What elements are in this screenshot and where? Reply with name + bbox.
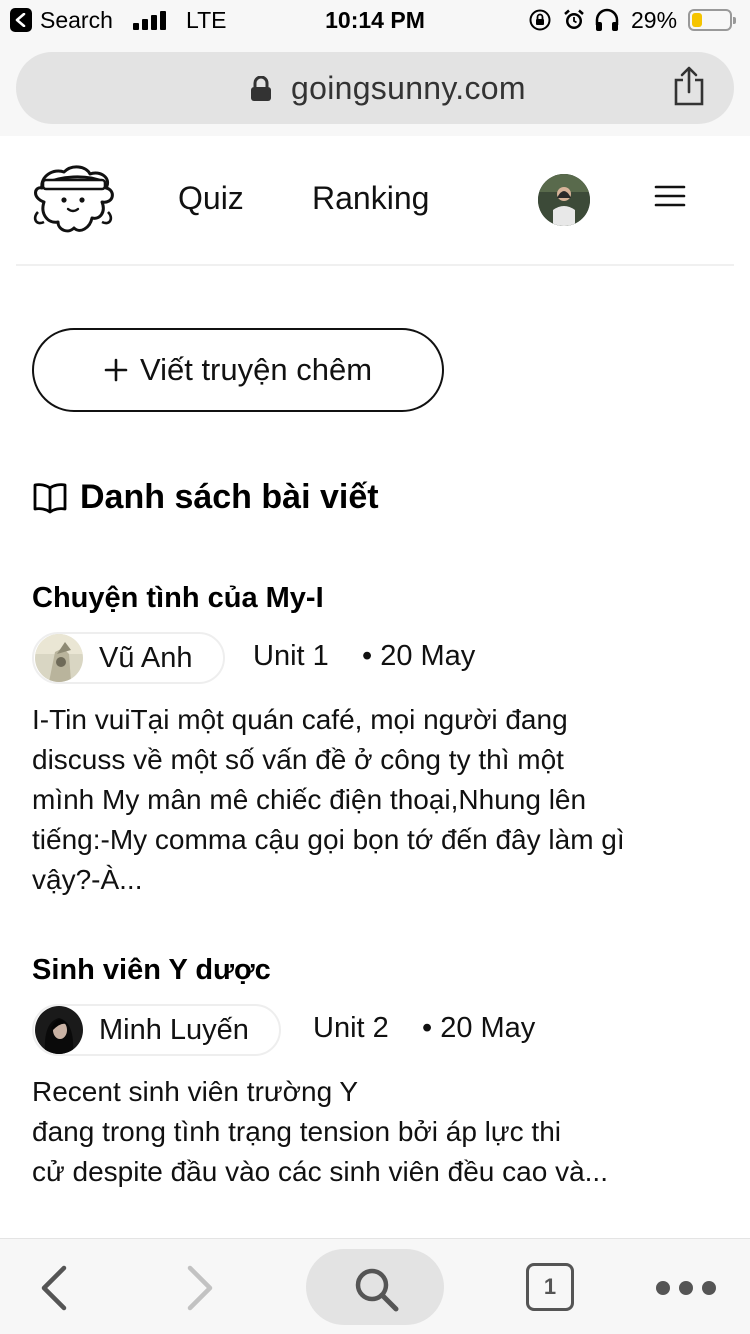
- search-icon: [355, 1268, 399, 1312]
- author-name: Minh Luyến: [99, 1013, 249, 1046]
- headphones-icon: [594, 8, 620, 38]
- write-story-button[interactable]: Viết truyện chêm: [32, 328, 444, 412]
- excerpt-line: I-Tin vuiTại một quán café, mọi người đa…: [32, 704, 568, 735]
- excerpt-line: tiếng:-My comma cậu gọi bọn tớ đến đây l…: [32, 824, 625, 855]
- excerpt-line: vậy?-À...: [32, 864, 143, 895]
- battery-percentage: 29%: [631, 7, 678, 33]
- plus-icon: [104, 358, 128, 382]
- url-text[interactable]: goingsunny.com: [291, 70, 526, 107]
- excerpt-line: cử despite đầu vào các sinh viên đều cao…: [32, 1156, 608, 1187]
- author-avatar: [35, 1006, 83, 1054]
- author-name: Vũ Anh: [99, 641, 193, 674]
- search-button[interactable]: [306, 1249, 444, 1325]
- post-excerpt: I-Tin vuiTại một quán café, mọi người đa…: [32, 700, 722, 900]
- excerpt-line: discuss về một số vấn đề ở công ty thì m…: [32, 744, 564, 775]
- battery-icon: [688, 9, 736, 31]
- post-title[interactable]: Chuyện tình của My-I: [32, 580, 722, 616]
- post-title[interactable]: Sinh viên Y dược: [32, 952, 722, 988]
- excerpt-line: mình My mân mê chiếc điện thoại,Nhung lê…: [32, 784, 587, 815]
- battery-fill: [692, 13, 702, 27]
- author-chip[interactable]: Vũ Anh: [32, 632, 225, 684]
- back-chevron-icon[interactable]: [38, 1265, 68, 1316]
- post-unit: Unit 1: [253, 640, 329, 672]
- browser-toolbar: 1: [0, 1238, 750, 1334]
- open-book-icon: [33, 482, 67, 513]
- nav-ranking-link[interactable]: Ranking: [312, 180, 429, 217]
- browser-address-area: goingsunny.com: [0, 40, 750, 136]
- status-bar: Search LTE 10:14 PM 29%: [0, 0, 750, 40]
- post-unit: Unit 2: [313, 1012, 389, 1044]
- post-date: • 20 May: [362, 640, 476, 672]
- forward-chevron-icon[interactable]: [186, 1265, 216, 1316]
- excerpt-line: đang trong tình trạng tension bởi áp lực…: [32, 1116, 561, 1147]
- write-story-label: Viết truyện chêm: [139, 352, 373, 387]
- share-icon[interactable]: [672, 66, 706, 111]
- address-bar[interactable]: goingsunny.com: [16, 52, 734, 124]
- post-meta: Minh Luyến Unit 2 • 20 May: [32, 1004, 722, 1058]
- author-avatar: [35, 634, 83, 682]
- more-options-icon[interactable]: [656, 1281, 725, 1300]
- goingsunny-logo-icon[interactable]: [30, 162, 116, 243]
- user-avatar[interactable]: [538, 174, 590, 226]
- post-meta: Vũ Anh Unit 1 • 20 May: [32, 632, 722, 686]
- orientation-lock-icon: [528, 8, 552, 38]
- hamburger-menu-icon[interactable]: [654, 184, 686, 213]
- post-card[interactable]: Chuyện tình của My-I Vũ Anh Unit 1 • 20 …: [32, 580, 722, 900]
- nav-quiz-link[interactable]: Quiz: [178, 180, 244, 217]
- tabs-button[interactable]: 1: [526, 1263, 574, 1311]
- post-card[interactable]: Sinh viên Y dược Minh Luyến Unit 2 • 20 …: [32, 952, 722, 1192]
- alarm-icon: [562, 8, 586, 38]
- excerpt-line: Recent sinh viên trường Y: [32, 1076, 359, 1107]
- post-date: • 20 May: [422, 1012, 536, 1044]
- post-list-heading: Danh sách bài viết: [32, 478, 379, 517]
- header-divider: [16, 264, 734, 266]
- lock-icon: [250, 75, 272, 107]
- post-excerpt: Recent sinh viên trường Y đang trong tìn…: [32, 1072, 722, 1192]
- author-chip[interactable]: Minh Luyến: [32, 1004, 281, 1056]
- section-title: Danh sách bài viết: [80, 478, 379, 516]
- site-header: Quiz Ranking: [0, 136, 750, 264]
